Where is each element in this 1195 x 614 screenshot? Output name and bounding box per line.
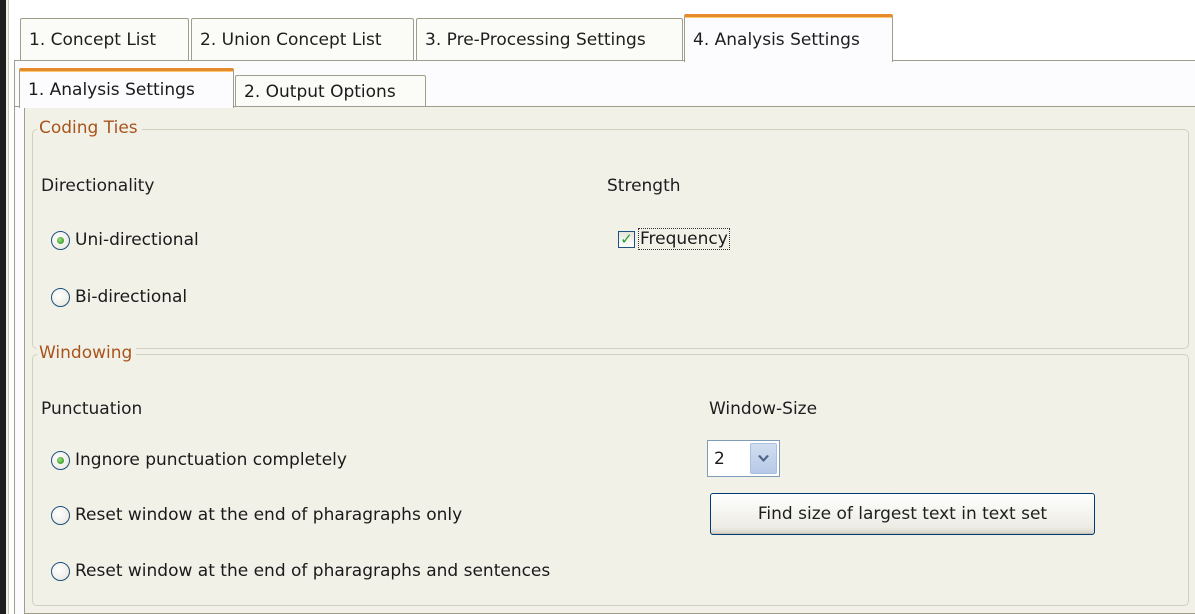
find-largest-text-button[interactable]: Find size of largest text in text set xyxy=(710,493,1095,535)
tab-label: 1. Concept List xyxy=(29,30,157,50)
directionality-label: Directionality xyxy=(41,176,155,196)
main-tab-bar: 1. Concept List 2. Union Concept List 3.… xyxy=(14,14,1195,62)
tab-label: 2. Union Concept List xyxy=(200,30,382,50)
ignore-punctuation-radio[interactable]: Ingnore punctuation completely xyxy=(51,450,347,470)
radio-unchecked-icon xyxy=(51,505,70,525)
settings-content: Coding Ties Directionality Uni-direction… xyxy=(24,107,1195,614)
spinner-dropdown-button[interactable] xyxy=(750,443,777,474)
tab-label: 3. Pre-Processing Settings xyxy=(425,30,646,50)
coding-ties-group: Coding Ties Directionality Uni-direction… xyxy=(32,118,1189,349)
radio-unchecked-icon xyxy=(51,287,70,307)
radio-unchecked-icon xyxy=(51,561,70,581)
window-size-label: Window-Size xyxy=(709,399,818,419)
tab-concept-list[interactable]: 1. Concept List xyxy=(20,18,189,61)
frequency-checkbox[interactable]: ✓ Frequency xyxy=(618,228,730,250)
checkbox-label: Frequency xyxy=(638,228,730,250)
tab-pre-processing-settings[interactable]: 3. Pre-Processing Settings xyxy=(416,18,683,61)
reset-paragraphs-sentences-radio[interactable]: Reset window at the end of pharagraphs a… xyxy=(51,561,550,581)
button-label: Find size of largest text in text set xyxy=(757,504,1048,524)
strength-label: Strength xyxy=(607,176,681,196)
radio-label: Reset window at the end of pharagraphs o… xyxy=(75,505,463,525)
subtab-output-options[interactable]: 2. Output Options xyxy=(235,75,426,107)
radio-label: Uni-directional xyxy=(75,230,199,250)
window-inner-border xyxy=(6,0,9,614)
window-size-spinner[interactable]: 2 xyxy=(707,440,780,477)
uni-directional-radio[interactable]: Uni-directional xyxy=(51,230,199,250)
chevron-down-icon xyxy=(758,454,769,462)
checkmark-icon: ✓ xyxy=(618,230,635,248)
reset-paragraphs-radio[interactable]: Reset window at the end of pharagraphs o… xyxy=(51,505,462,525)
tab-union-concept-list[interactable]: 2. Union Concept List xyxy=(191,18,414,61)
bi-directional-radio[interactable]: Bi-directional xyxy=(51,287,187,307)
radio-checked-icon xyxy=(51,450,70,470)
windowing-title: Windowing xyxy=(37,343,137,363)
punctuation-label: Punctuation xyxy=(41,399,143,419)
analysis-settings-panel: 1. Analysis Settings 2. Output Options C… xyxy=(14,61,1195,614)
window-size-value: 2 xyxy=(714,448,725,469)
windowing-group: Windowing Punctuation Ingnore punctuatio… xyxy=(32,343,1189,606)
radio-label: Ingnore punctuation completely xyxy=(75,450,347,470)
radio-checked-icon xyxy=(51,230,70,250)
coding-ties-title: Coding Ties xyxy=(37,118,142,138)
tab-label: 4. Analysis Settings xyxy=(693,29,860,50)
tab-analysis-settings[interactable]: 4. Analysis Settings xyxy=(684,14,893,62)
radio-label: Bi-directional xyxy=(75,287,188,307)
subtab-label: 2. Output Options xyxy=(244,81,396,102)
subtab-analysis-settings[interactable]: 1. Analysis Settings xyxy=(19,68,234,108)
subtab-label: 1. Analysis Settings xyxy=(28,79,195,100)
radio-label: Reset window at the end of pharagraphs a… xyxy=(75,561,551,581)
